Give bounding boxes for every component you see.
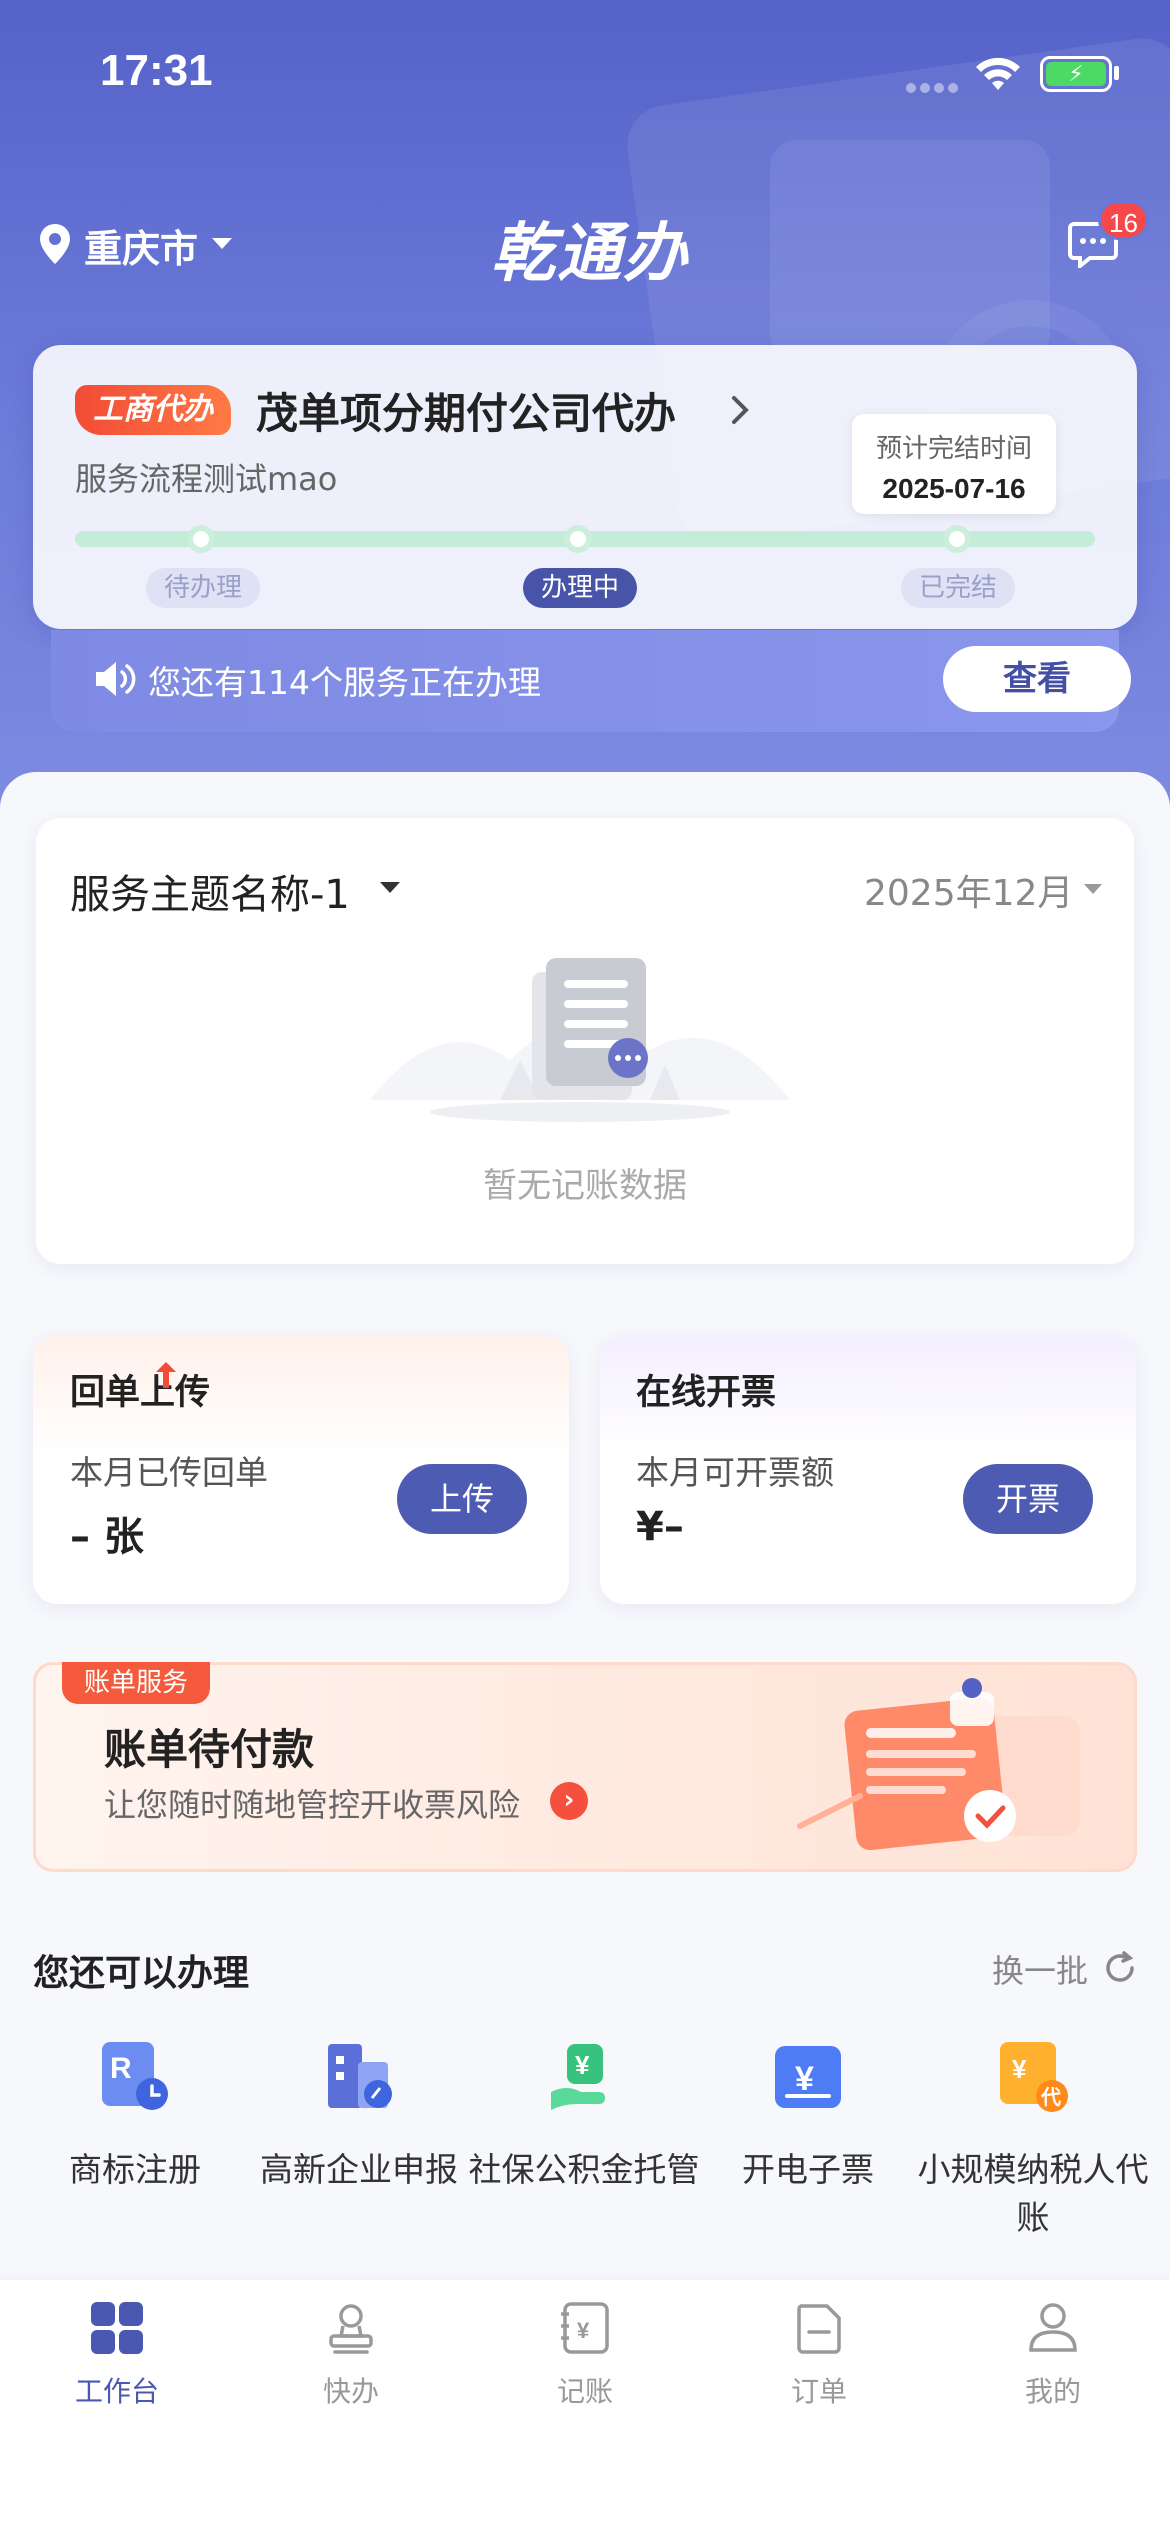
eta-date: 2025-07-16	[882, 473, 1026, 504]
tab-label: 快办	[322, 2375, 379, 2408]
progress-dot	[187, 525, 215, 553]
message-count-badge: 16	[1098, 200, 1149, 240]
upload-arrow-icon	[156, 1362, 176, 1388]
tab-label: 记账	[556, 2375, 613, 2408]
progress-dot	[943, 525, 971, 553]
tab-profile[interactable]: 我的	[936, 2300, 1170, 2410]
bill-illustration-icon	[797, 1678, 1080, 1851]
step-in-progress: 办理中	[523, 568, 638, 608]
eta-label: 预计完结时间	[875, 434, 1032, 464]
battery-icon: ⚡	[1040, 56, 1112, 92]
service-item-e-invoice[interactable]: ¥ 开电子票	[691, 2040, 925, 2194]
more-services-title: 您还可以办理	[33, 1953, 250, 1994]
receipt-count: – 张	[70, 1514, 144, 1560]
service-item-social-security[interactable]: ¥ 社保公积金托管	[467, 2040, 701, 2194]
svg-text:¥: ¥	[795, 2060, 814, 2098]
svg-text:¥: ¥	[577, 2318, 590, 2343]
tab-label: 工作台	[74, 2375, 159, 2408]
receipt-card-title: 回单上传	[70, 1373, 211, 1413]
refresh-icon[interactable]	[1102, 1950, 1138, 1986]
speaker-icon	[96, 662, 136, 696]
battery-cap	[1114, 66, 1119, 80]
e-invoice-icon: ¥	[775, 2046, 841, 2108]
svg-text:¥: ¥	[1012, 2054, 1027, 2084]
brand-logo: 乾通办	[491, 217, 689, 291]
upload-button[interactable]: 上传	[397, 1464, 527, 1534]
chevron-down-icon[interactable]	[1084, 884, 1102, 894]
workbench-icon	[91, 2302, 143, 2354]
chevron-right-icon[interactable]	[728, 390, 754, 430]
city-selector[interactable]: 重庆市	[84, 218, 198, 273]
step-completed: 已完结	[901, 568, 1016, 608]
service-item-label: 开电子票	[742, 2150, 874, 2189]
tab-label: 订单	[790, 2375, 847, 2408]
empty-document-icon	[370, 958, 790, 1122]
invoice-amount: ¥–	[636, 1504, 684, 1550]
service-item-label: 商标注册	[69, 2150, 201, 2189]
tab-quick[interactable]: 快办	[234, 2300, 468, 2410]
svg-text:代: 代	[1040, 2085, 1061, 2109]
arrow-right-icon[interactable]: ›	[550, 1782, 588, 1820]
service-item-label: 社保公积金托管	[468, 2150, 700, 2189]
order-icon	[797, 2304, 841, 2354]
eta-box: 预计完结时间 2025-07-16	[852, 414, 1056, 514]
status-time: 17:31	[100, 46, 213, 95]
chevron-down-icon[interactable]	[380, 882, 400, 893]
city-dropdown-caret-icon[interactable]	[212, 238, 232, 249]
svg-text:R: R	[110, 2052, 132, 2085]
step-pending: 待办理	[146, 568, 261, 608]
service-item-trademark[interactable]: R 商标注册	[18, 2040, 252, 2194]
wifi-icon	[976, 57, 1020, 90]
service-type-tag: 工商代办	[75, 385, 231, 435]
month-selector[interactable]: 2025年12月	[864, 864, 1073, 916]
tab-ledger[interactable]: ¥ 记账	[468, 2300, 702, 2410]
service-item-label: 小规模纳税人代账	[917, 2150, 1149, 2237]
refresh-batch-button[interactable]: 换一批	[992, 1946, 1088, 1992]
ledger-icon: ¥	[561, 2302, 609, 2354]
invoice-card-title: 在线开票	[636, 1373, 777, 1413]
banner-subtitle: 让您随时随地管控开收票风险	[104, 1786, 521, 1824]
profile-icon	[1029, 2303, 1077, 2352]
notice-text: 您还有114个服务正在办理	[148, 663, 541, 702]
subject-selector[interactable]: 服务主题名称-1	[70, 862, 350, 920]
banner-tag: 账单服务	[62, 1662, 211, 1704]
empty-state-text: 暂无记账数据	[483, 1166, 687, 1206]
tax-agent-icon: ¥ 代	[1000, 2042, 1068, 2112]
social-security-icon: ¥	[551, 2044, 605, 2110]
service-title[interactable]: 茂单项分期付公司代办	[256, 380, 676, 441]
tab-label: 我的	[1024, 2375, 1081, 2408]
tab-order[interactable]: 订单	[702, 2300, 936, 2410]
service-item-label: 高新企业申报	[260, 2150, 458, 2189]
banner-title: 账单待付款	[104, 1725, 315, 1774]
invoice-button[interactable]: 开票	[963, 1464, 1093, 1534]
progress-dot	[564, 525, 592, 553]
enterprise-icon	[328, 2044, 392, 2108]
invoice-card-label: 本月可开票额	[636, 1453, 834, 1492]
trademark-icon: R	[102, 2042, 168, 2110]
svg-text:¥: ¥	[575, 2050, 590, 2080]
tab-workbench[interactable]: 工作台	[0, 2300, 234, 2410]
service-item-enterprise[interactable]: 高新企业申报	[242, 2040, 476, 2194]
receipt-card-label: 本月已传回单	[70, 1453, 268, 1492]
service-subtitle: 服务流程测试mao	[75, 460, 338, 498]
location-pin-icon[interactable]	[38, 222, 72, 266]
view-button[interactable]: 查看	[943, 646, 1131, 712]
quick-icon	[329, 2304, 373, 2354]
signal-icon	[906, 78, 962, 93]
service-item-tax-agent[interactable]: ¥ 代 小规模纳税人代账	[916, 2040, 1150, 2242]
